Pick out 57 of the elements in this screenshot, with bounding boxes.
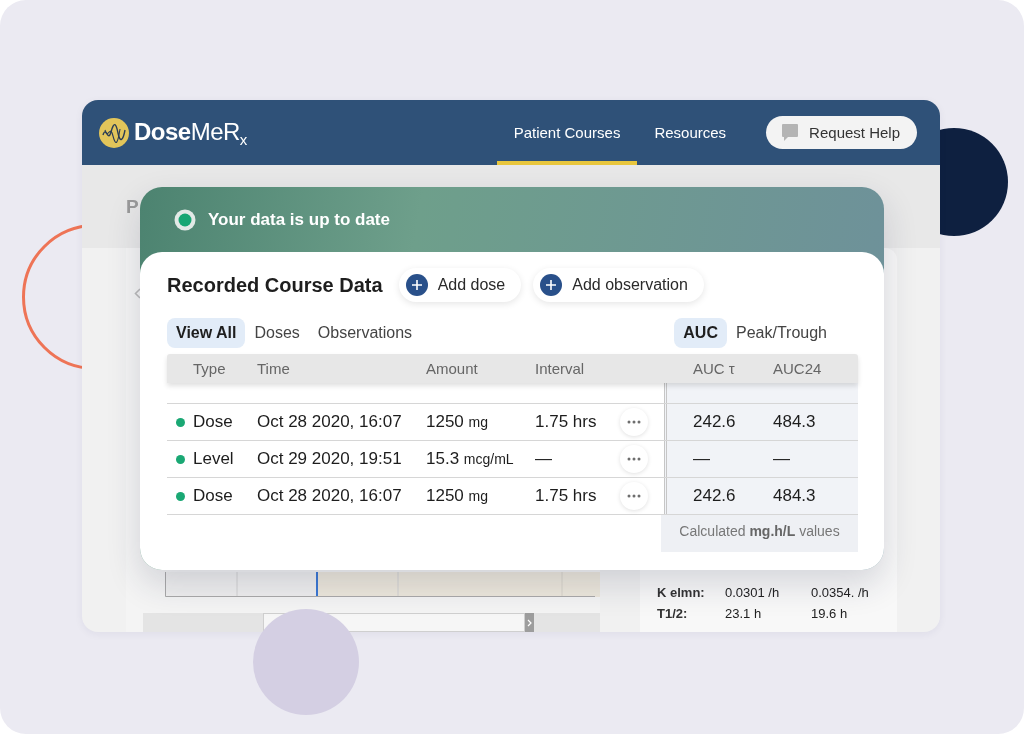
parameter-value: 0.0301 /h — [725, 585, 781, 600]
table-cell: 15.3 mcg/mL — [426, 449, 514, 469]
chevron-left-icon[interactable] — [134, 288, 141, 299]
table-cell: 242.6 — [693, 412, 736, 432]
request-help-button[interactable]: Request Help — [766, 116, 917, 149]
plus-icon — [405, 274, 428, 296]
scroll-right-button[interactable] — [525, 613, 534, 632]
row-menu-button[interactable] — [620, 408, 648, 436]
section-title: Recorded Course Data — [167, 273, 383, 297]
add-button[interactable]: Add dose — [398, 268, 522, 302]
row-menu-button[interactable] — [620, 482, 648, 510]
table-cell: Dose — [193, 486, 233, 506]
more-icon — [627, 420, 641, 424]
add-button[interactable]: Add observation — [533, 268, 704, 302]
wave-logo-icon — [99, 117, 129, 148]
page-title: P — [126, 195, 139, 218]
table-cell: 484.3 — [773, 412, 816, 432]
more-icon — [627, 457, 641, 461]
table-cell: Oct 28 2020, 16:07 — [257, 486, 402, 506]
column-header: Time — [257, 360, 291, 377]
nav-tab[interactable]: Resources — [637, 100, 744, 165]
table-cell: 1250 mg — [426, 486, 488, 506]
metric-tab[interactable]: AUC — [674, 318, 727, 348]
status-message: Your data is up to date — [208, 209, 390, 230]
parameter-label: K elmn: — [657, 585, 706, 600]
parameter-label: T1/2: — [657, 606, 689, 621]
table-cell: Dose — [193, 412, 233, 432]
speech-bubble-icon — [782, 124, 799, 141]
parameter-value: 19.6 h — [811, 606, 849, 621]
table-cell: Oct 29 2020, 19:51 — [257, 449, 402, 469]
filter-tab[interactable]: Doses — [245, 318, 309, 348]
column-header: Type — [192, 360, 227, 377]
column-header: Interval — [535, 360, 586, 377]
table-cell: — — [535, 449, 552, 469]
filter-tab[interactable]: View All — [167, 318, 246, 348]
table-cell: Oct 28 2020, 16:07 — [257, 412, 402, 432]
metric-tab[interactable]: Peak/Trough — [727, 318, 836, 348]
row-menu-button[interactable] — [620, 445, 648, 473]
table-cell: 484.3 — [773, 486, 816, 506]
parameter-value: 23.1 h — [725, 606, 763, 621]
table-cell: 1.75 hrs — [535, 412, 597, 432]
table-cell: — — [773, 449, 790, 469]
table-cell: — — [693, 449, 710, 469]
logo-wordmark: DoseMeR$_{x}$ — [134, 117, 247, 148]
filter-tab[interactable]: Observations — [308, 318, 422, 348]
column-header: AUC24 — [773, 360, 823, 377]
column-header: Amount — [426, 360, 479, 377]
more-icon — [627, 494, 641, 498]
column-header: AUC τ — [692, 360, 736, 377]
table-cell: 242.6 — [693, 486, 736, 506]
chevron-right-icon — [527, 618, 532, 627]
plus-icon — [540, 274, 563, 296]
units-note: Calculated mg.h/L values — [661, 515, 858, 552]
table-cell: 1250 mg — [426, 412, 488, 432]
table-cell: Level — [193, 449, 234, 469]
parameter-value: 0.0354. /h — [811, 585, 870, 600]
table-cell: 1.75 hrs — [535, 486, 597, 506]
